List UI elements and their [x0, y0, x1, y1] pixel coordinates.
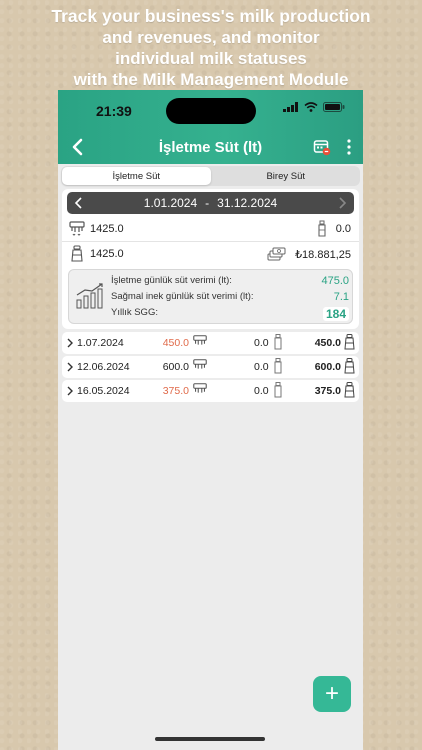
entry-milked: 600.0: [162, 361, 189, 373]
summary-card: 1.01.2024 - 31.12.2024 1425.0 0.0 1425.0…: [62, 189, 359, 329]
next-period-icon[interactable]: [336, 196, 348, 210]
chart-growth-icon: [76, 283, 103, 309]
chevron-right-icon: [67, 362, 73, 372]
milk-can-icon: [344, 382, 355, 398]
phone-screen: 21:39 İşletme Süt (lt) İşletme Süt Birey…: [58, 90, 363, 750]
tab-birey-sut[interactable]: Birey Süt: [212, 166, 361, 186]
list-item[interactable]: 16.05.2024 375.0 0.0 375.0: [62, 380, 359, 402]
entry-date: 1.07.2024: [77, 337, 124, 349]
promo-caption: Track your business's milk production an…: [0, 6, 422, 90]
entry-milked: 375.0: [162, 385, 189, 397]
dynamic-island: [166, 98, 256, 124]
summary-row-can: 1425.0 ₺18.881,25: [62, 242, 359, 266]
milking-icon: [69, 221, 85, 236]
stat-sgg: Yıllık SGG: 184: [111, 307, 349, 322]
wifi-icon: [304, 102, 318, 112]
milk-can-icon: [344, 358, 355, 374]
date-range-start: 1.01.2024: [143, 196, 198, 210]
cow-yield-value: 7.1: [333, 291, 349, 303]
entry-milked: 450.0: [162, 337, 189, 349]
app-header: 21:39 İşletme Süt (lt): [58, 90, 363, 164]
milk-can-icon: [71, 245, 83, 262]
list-item[interactable]: 1.07.2024 450.0 0.0 450.0: [62, 332, 359, 354]
battery-icon: [323, 102, 345, 112]
bottle-icon: [318, 220, 326, 237]
segmented-control: İşletme Süt Birey Süt: [61, 166, 360, 186]
milking-icon: [193, 359, 207, 369]
entry-bottle: 0.0: [254, 385, 269, 397]
entry-total: 450.0: [314, 337, 341, 349]
sgg-value: 184: [322, 307, 349, 321]
revenue-total: ₺18.881,25: [295, 248, 351, 261]
cow-yield-label: Sağmal inek günlük süt verimi (lt):: [111, 291, 254, 302]
milking-total: 1425.0: [90, 223, 124, 235]
bottle-icon: [274, 382, 282, 398]
signal-icon: [283, 102, 298, 112]
home-indicator: [155, 737, 265, 741]
status-time: 21:39: [96, 103, 132, 119]
date-range-bar: 1.01.2024 - 31.12.2024: [67, 192, 354, 214]
add-entry-button[interactable]: +: [313, 676, 351, 712]
summary-row-milking: 1425.0 0.0: [62, 217, 359, 241]
entry-bottle: 0.0: [254, 337, 269, 349]
prev-period-icon[interactable]: [73, 196, 85, 210]
promo-line-3: individual milk statuses: [115, 49, 307, 68]
date-range-end: 31.12.2024: [217, 196, 278, 210]
stat-daily-yield: İşletme günlük süt verimi (lt): 475.0: [111, 275, 349, 290]
list-item[interactable]: 12.06.2024 600.0 0.0 600.0: [62, 356, 359, 378]
entry-bottle: 0.0: [254, 361, 269, 373]
sgg-label: Yıllık SGG:: [111, 307, 158, 318]
promo-line-4-prefix: with the: [73, 70, 143, 89]
entry-total: 375.0: [314, 385, 341, 397]
tab-isletme-sut[interactable]: İşletme Süt: [62, 167, 211, 185]
entry-total: 600.0: [314, 361, 341, 373]
milking-icon: [193, 383, 207, 393]
money-stack-icon: [267, 247, 286, 261]
entry-date: 12.06.2024: [77, 361, 130, 373]
stat-cow-yield: Sağmal inek günlük süt verimi (lt): 7.1: [111, 291, 349, 306]
promo-line-2: and revenues, and monitor: [102, 28, 320, 47]
more-vertical-icon[interactable]: [345, 138, 353, 156]
date-range-separator: -: [205, 196, 210, 210]
bottle-icon: [274, 358, 282, 374]
daily-yield-label: İşletme günlük süt verimi (lt):: [111, 275, 232, 286]
promo-line-1: Track your business's milk production: [51, 6, 371, 26]
promo-module-name: Milk Management Module: [142, 70, 349, 89]
chevron-right-icon: [67, 338, 73, 348]
promo-line-4: with the Milk Management Module: [0, 69, 422, 90]
can-total: 1425.0: [90, 248, 124, 260]
bottle-total: 0.0: [335, 223, 351, 235]
calendar-filter-icon[interactable]: [313, 138, 331, 156]
chevron-right-icon: [67, 386, 73, 396]
milk-can-icon: [344, 334, 355, 350]
status-icons: [283, 102, 345, 112]
bottle-icon: [274, 334, 282, 350]
entry-date: 16.05.2024: [77, 385, 130, 397]
daily-yield-value: 475.0: [321, 275, 349, 287]
yield-stats-panel: İşletme günlük süt verimi (lt): 475.0 Sa…: [68, 269, 353, 324]
milking-icon: [193, 335, 207, 345]
